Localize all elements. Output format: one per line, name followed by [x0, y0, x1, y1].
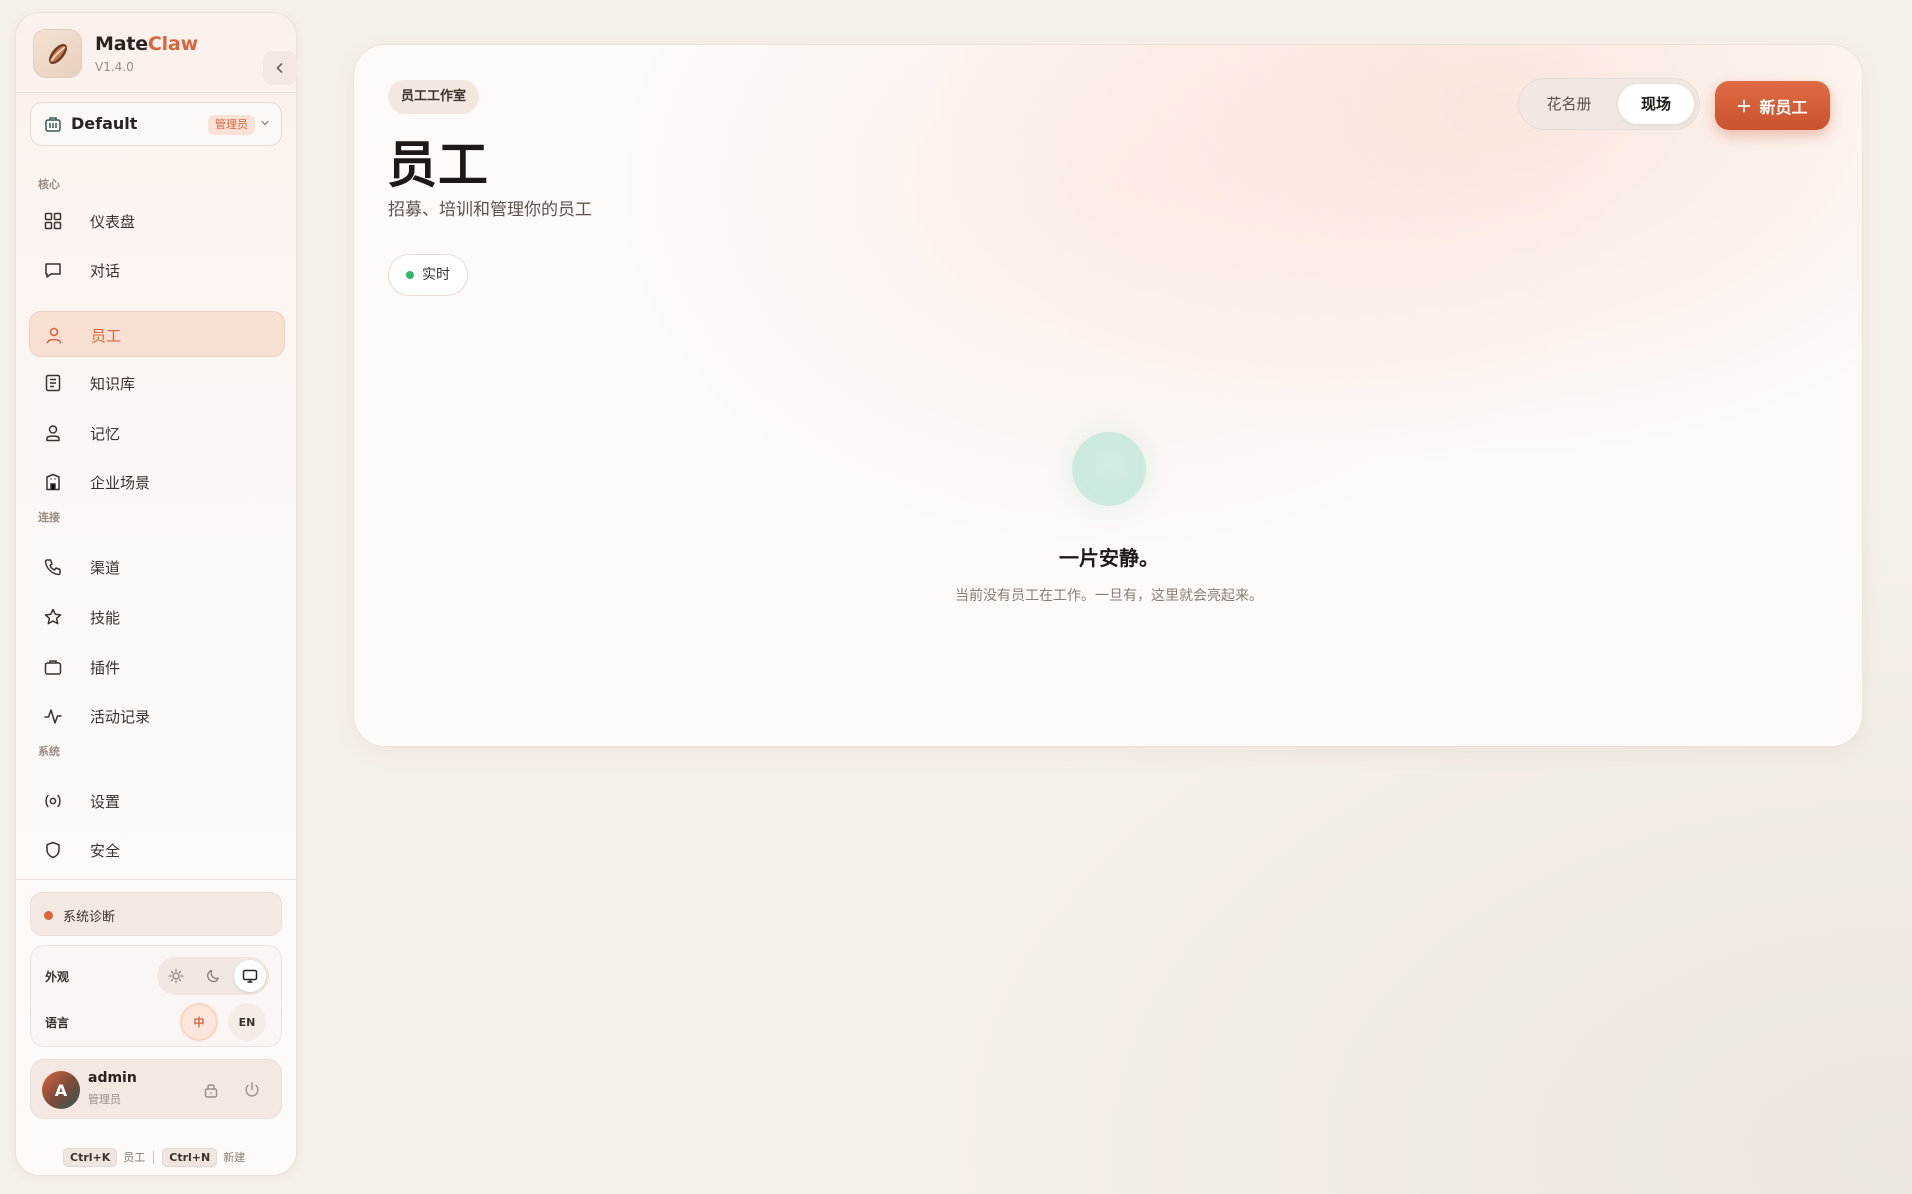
chevron-left-icon: [276, 63, 283, 73]
nav-item-chat[interactable]: 对话: [29, 247, 285, 293]
nav-item-enterprise-scenes[interactable]: 企业场景: [29, 459, 285, 505]
empty-state-description: 当前没有员工在工作。一旦有，这里就会亮起来。: [955, 588, 1263, 604]
user-card: A admin 管理员: [30, 1059, 282, 1119]
nav-label: 技能: [90, 609, 121, 627]
avatar[interactable]: A: [42, 1071, 80, 1109]
preferences-card: 外观 语言 中 EN: [30, 945, 282, 1047]
shield-icon: [46, 841, 60, 859]
shortcut-label: 员工: [123, 1151, 146, 1164]
new-employee-label: 新员工: [1759, 97, 1808, 117]
app-logo: [33, 29, 82, 78]
divider: [153, 1150, 155, 1164]
system-diagnostics-button[interactable]: 系统诊断: [30, 892, 282, 936]
brand: MateClaw V1.4.0: [33, 29, 297, 87]
theme-system-button[interactable]: [234, 960, 266, 992]
language-label: 语言: [45, 1016, 70, 1030]
nav-label: 活动记录: [90, 708, 151, 726]
building-icon: [45, 117, 61, 132]
chevron-down-icon: [261, 120, 269, 126]
nav-label: 企业场景: [90, 474, 151, 492]
shortcut-key: Ctrl+N: [162, 1147, 218, 1167]
sidebar: MateClaw V1.4.0 Default 管理员 核心 仪表盘 对话 员工…: [15, 12, 297, 1176]
nav-item-skills[interactable]: 技能: [29, 594, 285, 640]
app-version: V1.4.0: [95, 60, 134, 74]
page-title: 员工: [387, 136, 489, 194]
divider: [16, 92, 296, 93]
briefcase-icon: [44, 660, 62, 675]
building-icon: [46, 473, 60, 491]
diagnostics-label: 系统诊断: [63, 910, 116, 925]
divider: [16, 879, 296, 880]
shortcut-key: Ctrl+K: [63, 1147, 118, 1167]
sun-icon: [168, 968, 184, 984]
status-dot: [44, 911, 53, 920]
book-icon: [45, 374, 61, 392]
appearance-label: 外观: [45, 970, 70, 984]
user-role: 管理员: [88, 1093, 121, 1106]
keyboard-shortcuts: Ctrl+K 员工 Ctrl+N 新建: [63, 1147, 245, 1167]
nav-item-security[interactable]: 安全: [29, 827, 285, 873]
nav-label: 知识库: [90, 375, 136, 393]
tab-roster[interactable]: 花名册: [1525, 84, 1613, 124]
page-subtitle: 招募、培训和管理你的员工: [388, 200, 592, 220]
chat-icon: [45, 263, 61, 278]
empty-state-orb: [1072, 432, 1146, 506]
employees-panel: 员工工作室 员工 招募、培训和管理你的员工 实时 花名册 现场 新员工 一片安静…: [353, 44, 1863, 747]
theme-light-button[interactable]: [160, 960, 192, 992]
nav-item-dashboard[interactable]: 仪表盘: [29, 198, 285, 244]
phone-icon: [44, 559, 61, 576]
tab-live[interactable]: 现场: [1618, 84, 1694, 124]
nav-label: 插件: [90, 659, 121, 677]
theme-dark-button[interactable]: [197, 960, 229, 992]
nav-item-settings[interactable]: 设置: [29, 778, 285, 824]
lock-icon[interactable]: [201, 1080, 221, 1100]
theme-toggle: [157, 957, 269, 995]
nav-label: 对话: [90, 262, 121, 280]
nav-label: 设置: [90, 793, 121, 811]
workspace-select[interactable]: Default 管理员: [30, 102, 282, 146]
nav-label: 渠道: [90, 559, 121, 577]
empty-state-title: 一片安静。: [1059, 546, 1159, 570]
moon-icon: [207, 969, 219, 983]
monitor-icon: [242, 969, 258, 983]
workspace-name: Default: [71, 114, 138, 133]
power-icon[interactable]: [242, 1080, 262, 1100]
section-title-core: 核心: [38, 178, 60, 191]
nav-label: 安全: [90, 842, 121, 860]
studio-badge: 员工工作室: [388, 80, 480, 114]
plus-icon: [1738, 99, 1751, 112]
nav-item-channels[interactable]: 渠道: [29, 544, 285, 590]
nav-label: 员工: [91, 327, 122, 345]
app-name: MateClaw: [95, 33, 198, 55]
collapse-sidebar-button[interactable]: [263, 51, 297, 85]
nav-item-knowledge-base[interactable]: 知识库: [29, 360, 285, 406]
role-badge: 管理员: [208, 115, 255, 135]
nav-label: 仪表盘: [90, 213, 136, 231]
nav-item-employees[interactable]: 员工: [29, 311, 285, 357]
view-toggle: 花名册 现场: [1518, 78, 1700, 130]
section-title-system: 系统: [38, 745, 60, 758]
live-status-chip[interactable]: 实时: [388, 254, 468, 296]
new-employee-button[interactable]: 新员工: [1715, 81, 1830, 130]
nav-item-plugins[interactable]: 插件: [29, 644, 285, 690]
language-en-button[interactable]: EN: [228, 1003, 266, 1041]
nav-item-activity-log[interactable]: 活动记录: [29, 693, 285, 739]
shortcut-label: 新建: [223, 1151, 246, 1164]
star-icon: [44, 608, 62, 625]
user-name: admin: [88, 1070, 137, 1086]
nav-item-memory[interactable]: 记忆: [29, 410, 285, 456]
memory-icon: [46, 425, 60, 442]
nav-label: 记忆: [90, 425, 121, 443]
settings-icon: [45, 794, 61, 808]
language-zh-button[interactable]: 中: [180, 1003, 218, 1041]
activity-icon: [44, 709, 62, 724]
user-icon: [46, 327, 62, 344]
dashboard-icon: [44, 212, 62, 230]
section-title-connect: 连接: [38, 511, 60, 524]
